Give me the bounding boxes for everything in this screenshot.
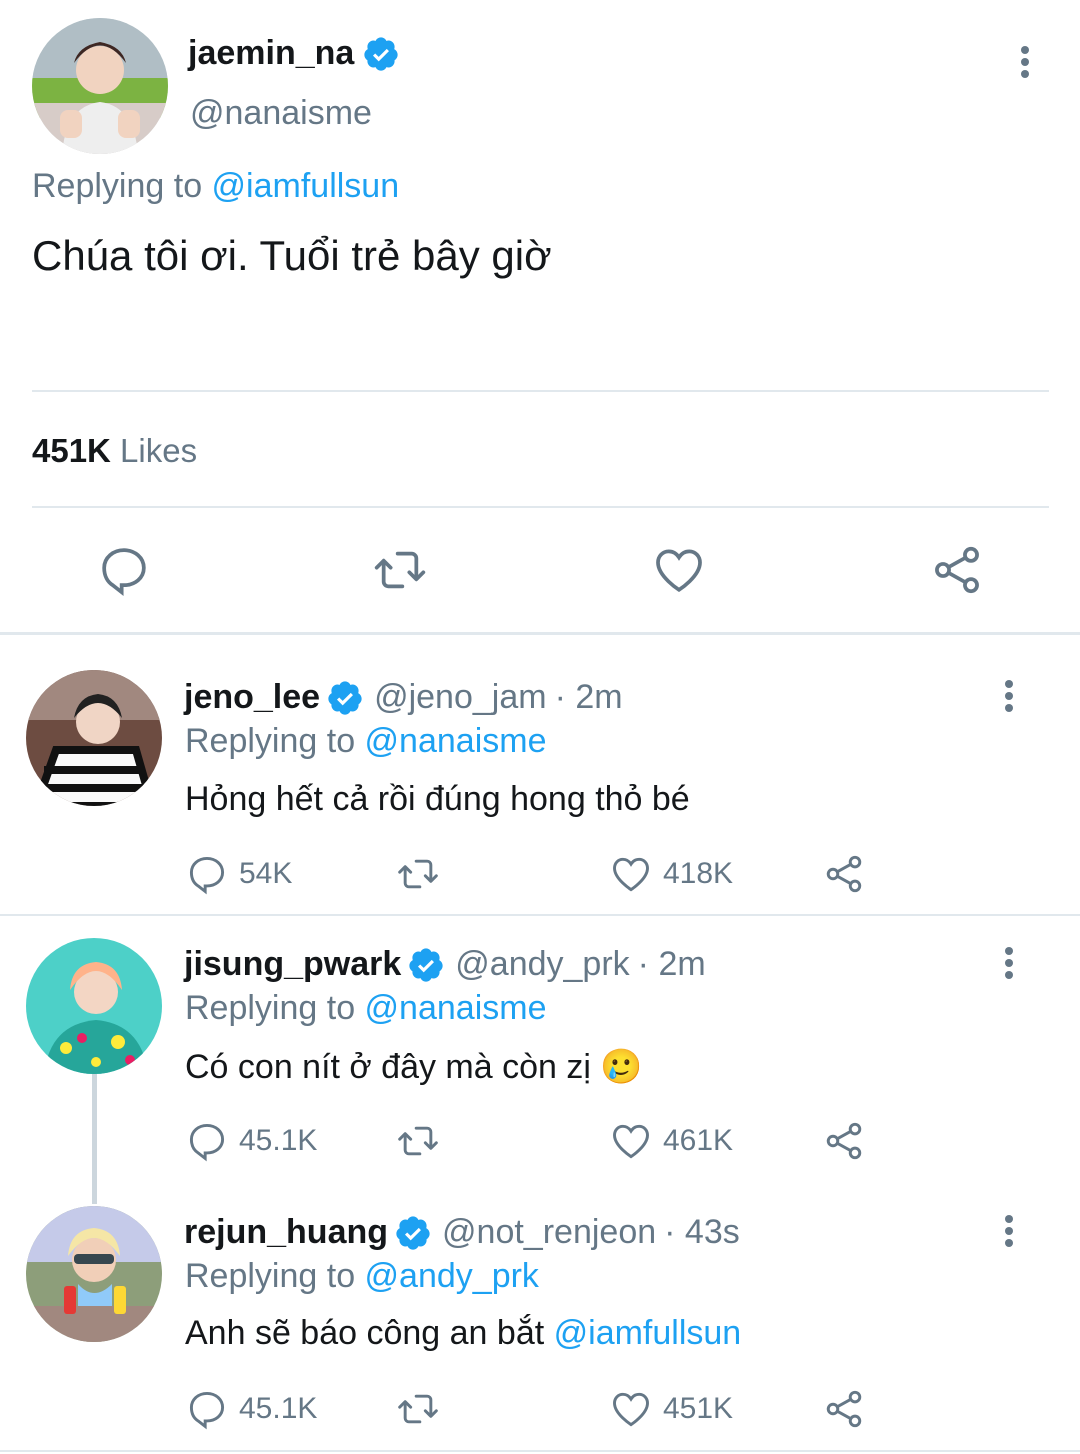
reply-timestamp[interactable]: · 43s: [664, 1213, 740, 1252]
retweet-icon: [398, 1126, 438, 1156]
reply-avatar[interactable]: [26, 670, 162, 806]
share-button[interactable]: [822, 852, 866, 896]
reply-count: 45.1K: [239, 1392, 318, 1425]
replying-to-link[interactable]: @nanaisme: [365, 989, 547, 1027]
reply-timestamp[interactable]: · 2m: [555, 678, 623, 717]
reply-icon: [189, 1391, 225, 1430]
reply-user-handle[interactable]: @jeno_jam: [374, 678, 547, 717]
reply-count-button[interactable]: 45.1K: [185, 1119, 317, 1163]
replying-label: Replying to: [185, 1257, 365, 1295]
reply-header: rejun_huang @not_renjeon · 43s: [184, 1213, 740, 1252]
more-vertical-icon[interactable]: [996, 945, 1022, 981]
share-button[interactable]: [822, 1387, 866, 1431]
share-icon: [826, 1122, 862, 1160]
retweet-button[interactable]: [396, 852, 440, 896]
verified-badge-icon: [328, 680, 362, 715]
reply-replying-to: Replying to @andy_prk: [185, 1257, 539, 1296]
likes-label: Likes: [110, 432, 198, 469]
reply-avatar[interactable]: [26, 938, 162, 1074]
reply-count: 54K: [239, 857, 293, 890]
replying-to-link[interactable]: @andy_prk: [365, 1257, 539, 1295]
replying-to-link[interactable]: @iamfullsun: [212, 167, 400, 205]
verified-badge-icon: [409, 947, 443, 982]
thread-connector: [92, 1074, 97, 1204]
replying-label: Replying to: [185, 722, 365, 760]
reply-user-handle[interactable]: @not_renjeon: [442, 1213, 656, 1252]
reply-count-button[interactable]: 45.1K: [185, 1387, 317, 1431]
reply-count: 45.1K: [239, 1124, 318, 1157]
section-separator: [0, 914, 1080, 916]
reply-user-handle[interactable]: @andy_prk: [455, 945, 629, 984]
share-icon[interactable]: [929, 542, 985, 598]
like-count: 461K: [663, 1124, 734, 1157]
divider: [32, 506, 1049, 508]
divider: [32, 390, 1049, 392]
like-icon: [613, 1392, 649, 1427]
like-icon: [613, 1124, 649, 1159]
likes-count: 451K: [32, 432, 111, 469]
reply-header: jisung_pwark @andy_prk · 2m: [184, 945, 706, 984]
retweet-button[interactable]: [396, 1387, 440, 1431]
reply-text: Có con nít ở đây mà còn zị 🥲: [185, 1048, 643, 1086]
more-vertical-icon[interactable]: [996, 678, 1022, 714]
reply-replying-to: Replying to @nanaisme: [185, 722, 546, 761]
reply-avatar[interactable]: [26, 1206, 162, 1342]
reply-replying-to: Replying to @nanaisme: [185, 989, 546, 1028]
replying-label: Replying to: [185, 989, 365, 1027]
replying-label: Replying to: [32, 167, 212, 205]
retweet-button[interactable]: [396, 1119, 440, 1163]
verified-badge-icon: [396, 1215, 430, 1250]
retweet-icon: [398, 1394, 438, 1424]
main-user-handle[interactable]: @nanaisme: [190, 94, 372, 133]
like-button[interactable]: 418K: [609, 852, 733, 896]
reply-user-name[interactable]: jisung_pwark: [184, 945, 401, 984]
reply-icon: [189, 856, 225, 895]
like-button[interactable]: 451K: [609, 1387, 733, 1431]
reply-header: jeno_lee @jeno_jam · 2m: [184, 678, 623, 717]
reply-icon[interactable]: [96, 542, 152, 598]
more-vertical-icon[interactable]: [996, 1213, 1022, 1249]
reply-count-button[interactable]: 54K: [185, 852, 292, 896]
like-button[interactable]: 461K: [609, 1119, 733, 1163]
reply-user-name[interactable]: jeno_lee: [184, 678, 320, 717]
like-icon[interactable]: [651, 542, 707, 598]
like-count: 418K: [663, 857, 734, 890]
reply-user-name[interactable]: rejun_huang: [184, 1213, 388, 1252]
main-user-name-row[interactable]: jaemin_na: [188, 34, 400, 73]
like-count: 451K: [663, 1392, 734, 1425]
likes-summary[interactable]: 451K Likes: [32, 432, 197, 470]
main-replying-to: Replying to @iamfullsun: [32, 167, 399, 206]
reply-text-body: Anh sẽ báo công an bắt: [185, 1314, 554, 1352]
main-tweet-text: Chúa tôi ơi. Tuổi trẻ bây giờ: [32, 232, 552, 279]
section-separator: [0, 1450, 1080, 1452]
section-separator: [0, 632, 1080, 635]
verified-badge-icon: [364, 36, 398, 71]
reply-icon: [189, 1123, 225, 1162]
mention-link[interactable]: @iamfullsun: [554, 1314, 742, 1352]
reply-text: Hỏng hết cả rồi đúng hong thỏ bé: [185, 780, 690, 818]
share-icon: [826, 855, 862, 893]
like-icon: [613, 857, 649, 892]
replying-to-link[interactable]: @nanaisme: [365, 722, 547, 760]
retweet-icon[interactable]: [372, 542, 428, 598]
share-icon: [826, 1390, 862, 1428]
main-user-name[interactable]: jaemin_na: [188, 34, 354, 73]
main-avatar[interactable]: [32, 18, 168, 154]
retweet-icon: [398, 859, 438, 889]
reply-timestamp[interactable]: · 2m: [638, 945, 706, 984]
more-vertical-icon[interactable]: [1010, 44, 1040, 80]
share-button[interactable]: [822, 1119, 866, 1163]
reply-text: Anh sẽ báo công an bắt @iamfullsun: [185, 1314, 741, 1353]
